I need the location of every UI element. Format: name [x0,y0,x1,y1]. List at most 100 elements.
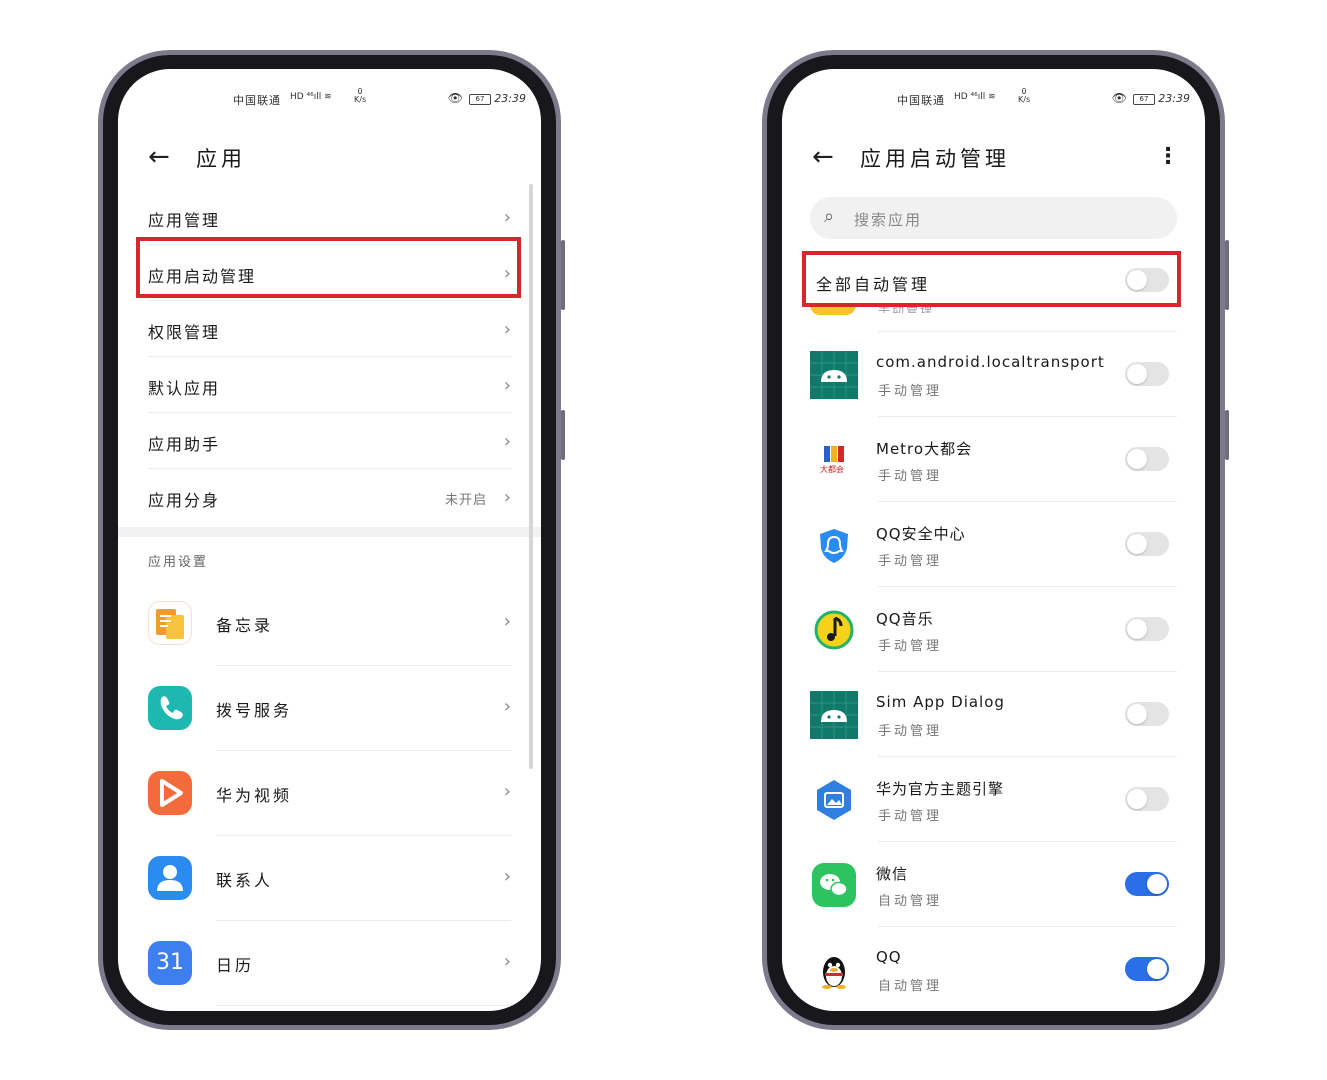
section-title: 应用设置 [148,555,209,570]
power-button [1225,410,1229,460]
app-row-sim-app-dialog[interactable]: Sim App Dialog 手动管理 [810,672,1177,757]
phone-frame-right: 中国联通 HD ⁴⁶ıll ≋ 0 K/s 👁 67 23:39 ← 应用启动管理… [762,50,1229,1030]
menu-item-app-assistant[interactable]: 应用助手 › [148,413,511,469]
app-row-qq-music[interactable]: QQ音乐 手动管理 [810,587,1177,672]
theme-icon [810,776,858,824]
app-row-wechat[interactable]: 微信 自动管理 [810,842,1177,927]
android-icon [810,691,858,739]
chevron-right-icon: › [503,866,511,887]
startup-management-screen: 中国联通 HD ⁴⁶ıll ≋ 0 K/s 👁 67 23:39 ← 应用启动管理… [782,69,1205,1011]
manage-mode: 手动管理 [878,384,943,399]
highlight-box-all-auto-manage [802,251,1181,307]
app-item-dialer[interactable]: 拨号服务 › [148,666,511,751]
clock: 23:39 [494,92,526,105]
app-name: 微信 [876,865,909,883]
music-icon [810,606,858,654]
scrollbar[interactable] [529,184,533,769]
menu-item-app-twin[interactable]: 应用分身 未开启 › [148,469,511,525]
app-item-contacts[interactable]: 联系人 › [148,836,511,921]
battery-icon: 67 [1133,94,1155,105]
search-placeholder: 搜索应用 [854,211,923,229]
app-row-qq-security[interactable]: QQ安全中心 手动管理 [810,502,1177,587]
network-speed: 0 K/s [1018,88,1030,104]
startup-toggle[interactable] [1125,447,1169,471]
phone-bezel: 中国联通 HD ⁴⁶ıll ≋ 0 K/s 👁 67 23:39 ← 应用 应用管… [103,55,556,1025]
android-icon [810,351,858,399]
menu-item-permissions[interactable]: 权限管理 › [148,301,511,357]
chevron-right-icon: › [503,951,511,972]
app-name: QQ [876,948,902,966]
chevron-right-icon: › [503,781,511,802]
phone-bezel: 中国联通 HD ⁴⁶ıll ≋ 0 K/s 👁 67 23:39 ← 应用启动管理… [767,55,1220,1025]
phone-frame-left: 中国联通 HD ⁴⁶ıll ≋ 0 K/s 👁 67 23:39 ← 应用 应用管… [98,50,565,1030]
divider [216,1005,511,1006]
calendar-icon: 31 [148,941,192,985]
startup-toggle[interactable] [1125,362,1169,386]
menu-item-value: 未开启 [444,493,487,508]
startup-toggle[interactable] [1125,532,1169,556]
startup-toggle[interactable] [1125,617,1169,641]
network-signal-icon: HD ⁴⁶ıll ≋ [954,92,996,102]
search-icon: ⌕ [824,206,835,227]
speed-unit: K/s [1018,95,1031,104]
page-title: 应用启动管理 [860,147,1010,171]
startup-toggle[interactable] [1125,787,1169,811]
section-divider [118,527,541,537]
video-play-icon [148,771,192,815]
app-bar: ← 应用启动管理 ⋮ [782,139,1205,179]
manage-mode: 手动管理 [878,809,943,824]
app-label: 拨号服务 [216,701,293,720]
manage-mode: 手动管理 [878,554,943,569]
app-name: Sim App Dialog [876,693,1005,711]
power-button [561,410,565,460]
app-name: Metro大都会 [876,440,973,458]
menu-item-label: 默认应用 [148,379,221,398]
page-title: 应用 [196,147,246,171]
app-name: com.android.localtransport [876,353,1105,371]
menu-item-label: 权限管理 [148,323,221,342]
app-row-localtransport[interactable]: com.android.localtransport 手动管理 [810,332,1177,417]
speed-unit: K/s [354,95,367,104]
manage-mode: 手动管理 [878,724,943,739]
app-item-calendar[interactable]: 31 日历 › [148,921,511,1006]
chevron-right-icon: › [503,611,511,632]
qq-penguin-icon [810,946,858,994]
app-label: 联系人 [216,871,274,890]
app-label: 备忘录 [216,616,274,635]
app-name: QQ音乐 [876,610,934,628]
battery-icon: 67 [469,94,491,105]
app-row-metro[interactable]: 大都会 Metro大都会 手动管理 [810,417,1177,502]
search-input[interactable]: ⌕ 搜索应用 [810,197,1177,239]
startup-toggle[interactable] [1125,702,1169,726]
metro-icon: 大都会 [810,436,858,484]
manage-mode: 自动管理 [878,894,943,909]
back-arrow-icon[interactable]: ← [812,139,834,175]
startup-toggle[interactable] [1125,957,1169,981]
settings-screen: 中国联通 HD ⁴⁶ıll ≋ 0 K/s 👁 67 23:39 ← 应用 应用管… [118,69,541,1011]
eye-comfort-icon: 👁 [1111,91,1127,105]
chevron-right-icon: › [503,487,511,508]
menu-item-default-apps[interactable]: 默认应用 › [148,357,511,413]
startup-toggle[interactable] [1125,872,1169,896]
app-bar: ← 应用 [118,139,541,179]
chevron-right-icon: › [503,431,511,452]
back-arrow-icon[interactable]: ← [148,139,170,175]
phone-icon [148,686,192,730]
app-name: 华为官方主题引擎 [876,780,1005,798]
network-speed: 0 K/s [354,88,366,104]
app-row-theme-engine[interactable]: 华为官方主题引擎 手动管理 [810,757,1177,842]
manage-mode: 自动管理 [878,979,943,994]
menu-item-label: 应用管理 [148,211,221,230]
app-row-qq[interactable]: QQ 自动管理 [810,927,1177,1011]
carrier-text: 中国联通 [897,94,945,107]
app-label: 华为视频 [216,786,293,805]
eye-comfort-icon: 👁 [447,91,463,105]
chevron-right-icon: › [503,207,511,228]
more-options-icon[interactable]: ⋮ [1157,143,1179,171]
volume-button [561,240,565,310]
metro-icon-text: 大都会 [820,465,844,474]
network-signal-icon: HD ⁴⁶ıll ≋ [290,92,332,102]
app-label: 日历 [216,956,255,975]
app-item-video[interactable]: 华为视频 › [148,751,511,836]
app-item-memo[interactable]: 备忘录 › [148,581,511,666]
